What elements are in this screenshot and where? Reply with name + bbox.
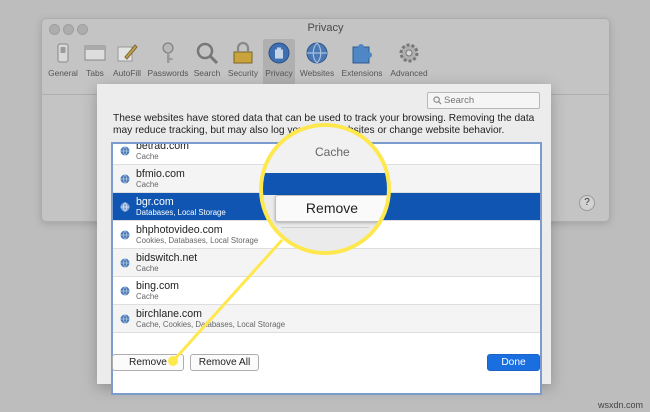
remove-all-button[interactable]: Remove All	[190, 354, 259, 371]
website-domain: betrad.com	[136, 142, 189, 152]
website-data-types: Cache	[136, 264, 159, 273]
tab-tabs-label: Tabs	[86, 68, 104, 78]
website-domain: bidswitch.net	[136, 252, 198, 264]
globe-icon	[120, 258, 130, 268]
globe-icon	[120, 230, 130, 240]
tab-general[interactable]: General	[45, 39, 81, 93]
search-field[interactable]	[427, 92, 540, 109]
tab-extensions-label: Extensions	[341, 68, 383, 78]
key-icon	[162, 42, 174, 63]
globe-icon	[306, 42, 328, 64]
globe-icon	[120, 286, 130, 296]
callout-cache-fragment: Cache	[315, 145, 350, 159]
tab-advanced-label: Advanced	[390, 68, 428, 78]
search-input[interactable]	[444, 93, 534, 108]
globe-icon	[120, 174, 130, 184]
tabs-icon	[84, 45, 106, 61]
website-domain: bhphotovideo.com	[136, 224, 223, 236]
tab-general-label: General	[48, 68, 78, 78]
website-data-types: Cache, Cookies, Databases, Local Storage	[136, 320, 286, 329]
globe-icon	[120, 202, 130, 212]
search-icon	[433, 96, 442, 105]
hand-icon	[268, 42, 290, 64]
window-title: Privacy	[307, 22, 344, 34]
tab-websites-label: Websites	[299, 68, 335, 78]
gear-icon	[399, 43, 419, 63]
website-domain: bing.com	[136, 280, 179, 292]
help-button[interactable]: ?	[579, 195, 595, 211]
website-domain: bfmio.com	[136, 168, 185, 180]
tab-autofill-label: AutoFill	[113, 68, 141, 78]
website-data-types: Databases, Local Storage	[136, 208, 226, 217]
context-menu-remove[interactable]: Remove	[275, 195, 387, 222]
website-data-types: Cookies, Databases, Local Storage	[136, 236, 259, 245]
puzzle-icon	[352, 44, 372, 64]
globe-icon	[120, 314, 130, 324]
magnifier-icon	[196, 42, 219, 65]
magnifier-callout: Cache Remove	[259, 123, 391, 255]
website-data-types: Cache	[136, 292, 159, 301]
website-domain: birchlane.com	[136, 308, 202, 320]
website-data-types: Cache	[136, 180, 159, 189]
tab-security-label: Security	[227, 68, 259, 78]
tab-privacy-label: Privacy	[265, 68, 293, 78]
tab-search-label: Search	[193, 68, 221, 78]
lock-icon	[233, 41, 253, 64]
callout-selected-row	[263, 173, 387, 195]
website-data-types: Cache	[136, 152, 159, 161]
tab-passwords-label: Passwords	[147, 68, 189, 78]
website-domain: bgr.com	[136, 196, 174, 208]
list-item[interactable]: bing.com Cache	[113, 277, 540, 305]
remove-button[interactable]: Remove	[112, 354, 184, 371]
pencil-icon	[117, 44, 138, 62]
watermark: wsxdn.com	[597, 400, 643, 410]
list-item[interactable]: birchlane.com Cache, Cookies, Databases,…	[113, 305, 540, 333]
globe-icon	[120, 146, 130, 156]
done-button[interactable]: Done	[487, 354, 540, 371]
general-switch-icon	[57, 43, 69, 63]
